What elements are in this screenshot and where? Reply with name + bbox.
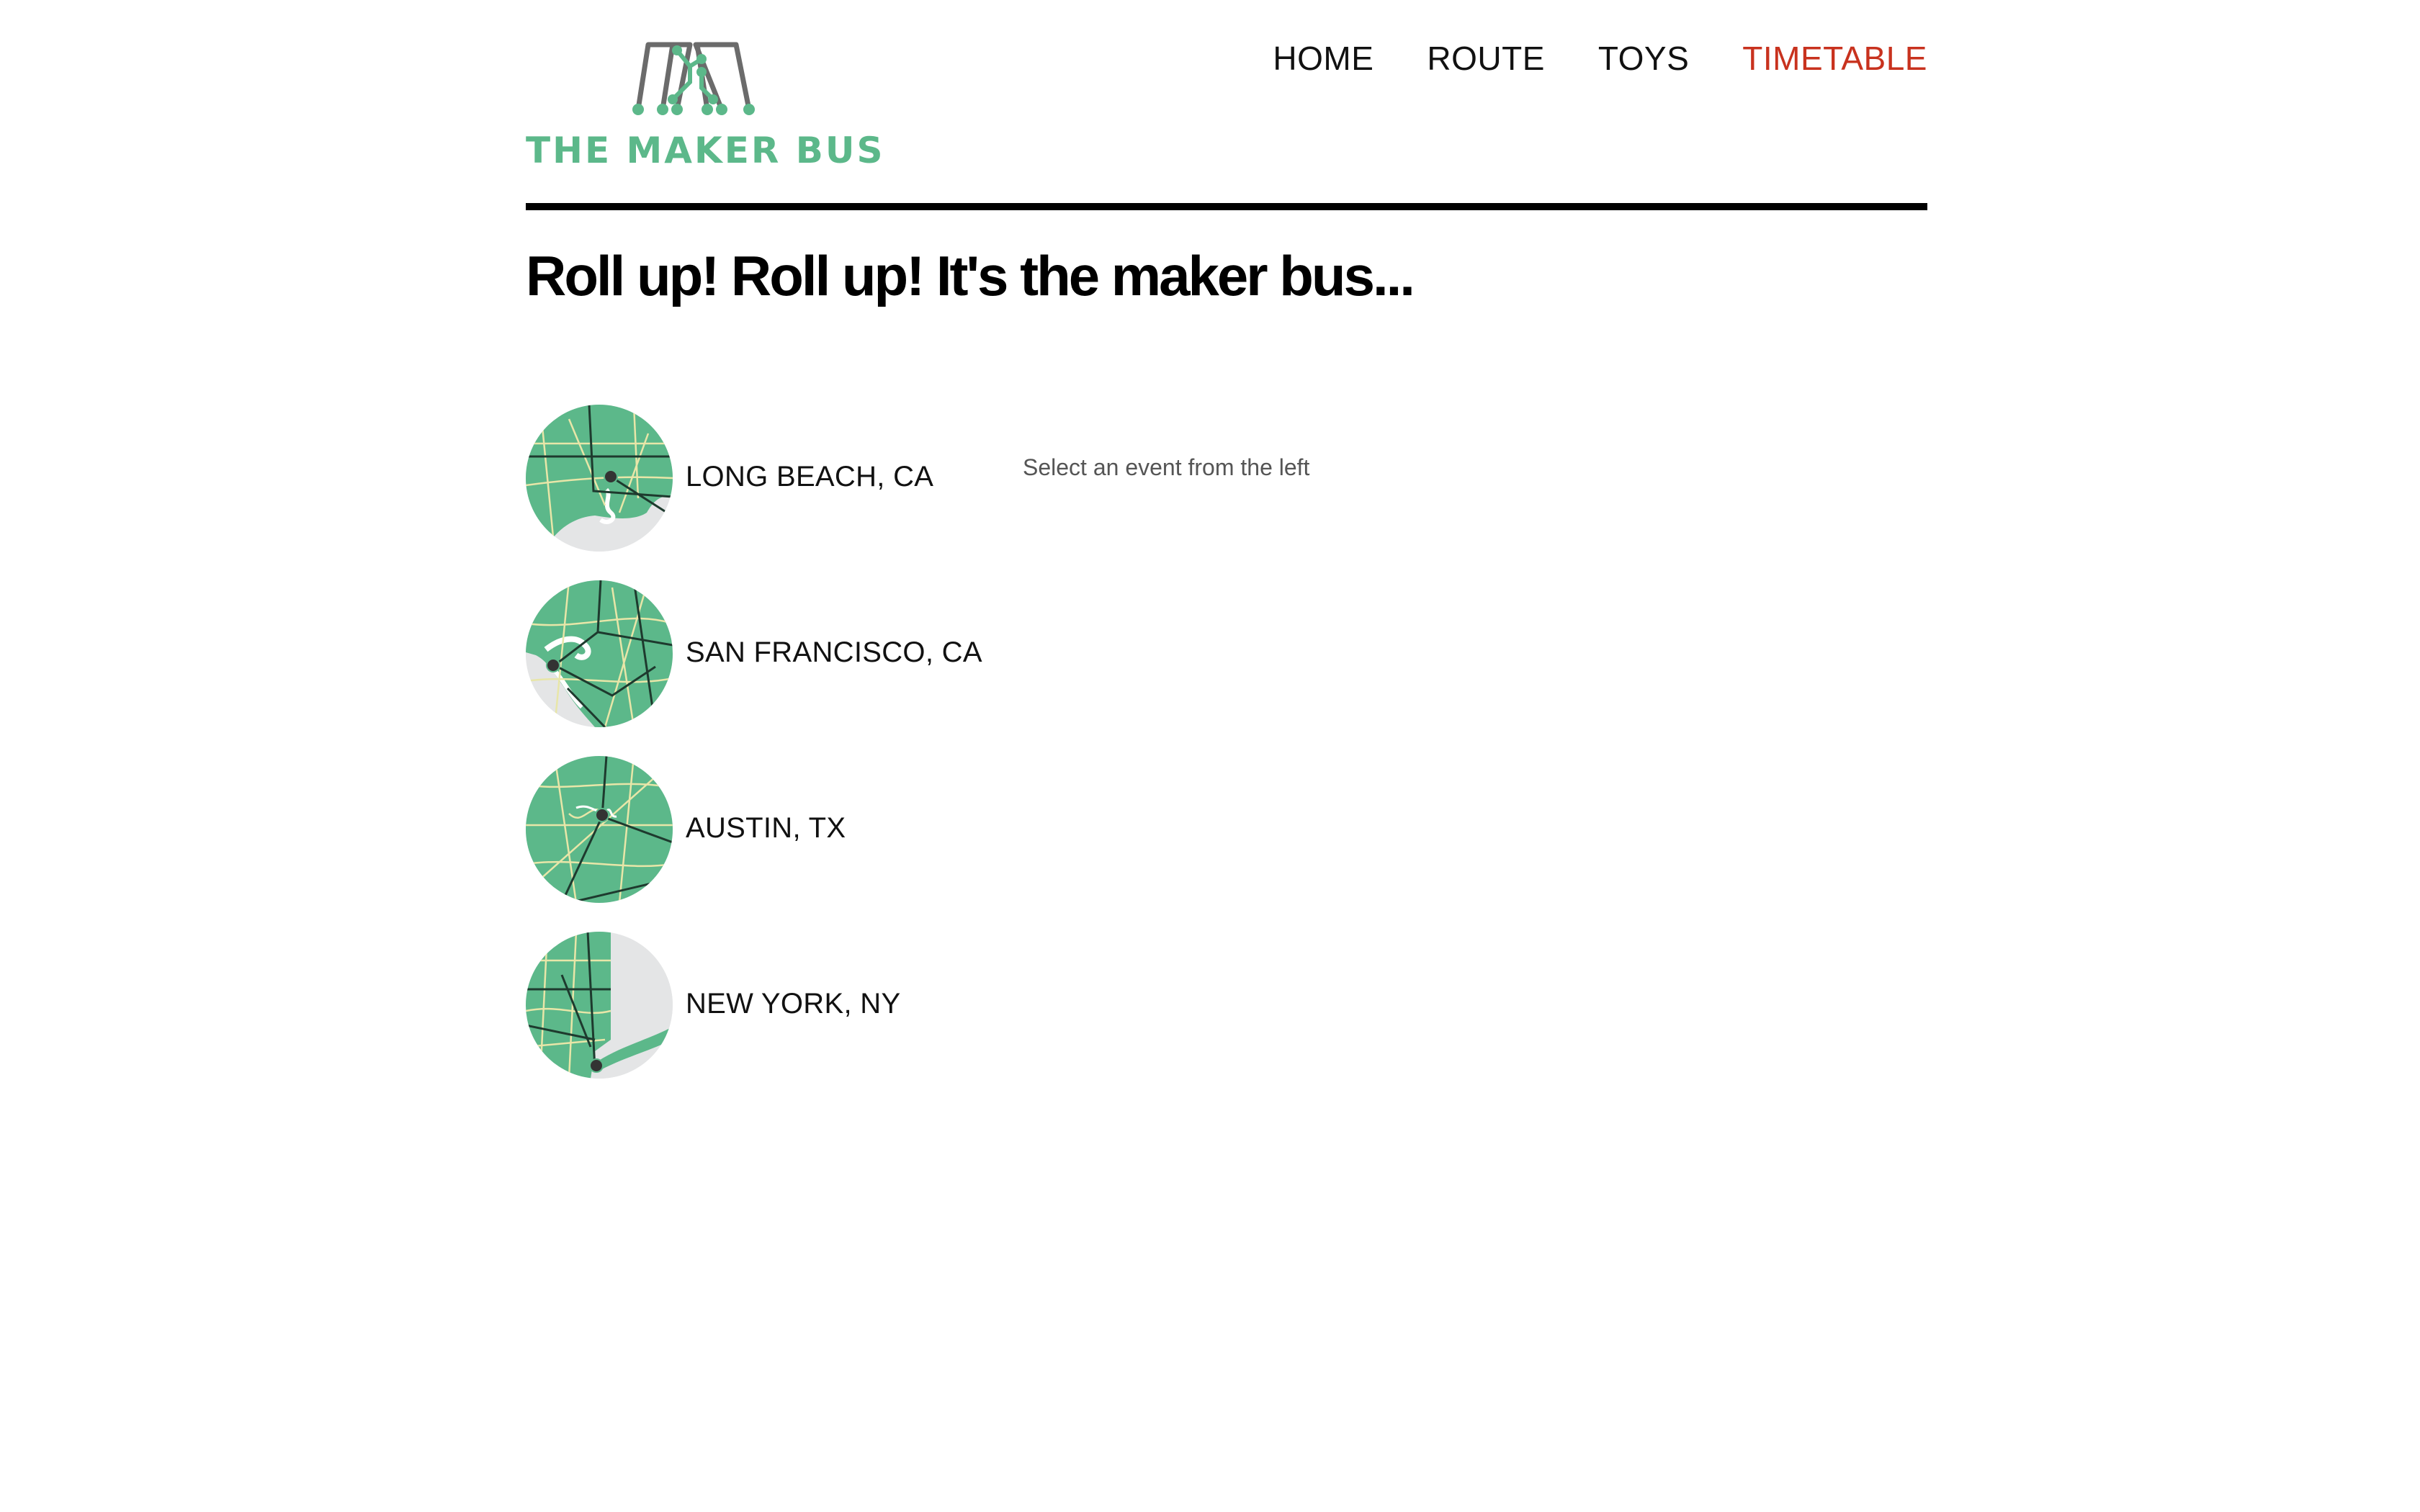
event-detail-hint: Select an event from the left (1023, 454, 1310, 480)
maker-bus-circuit-logo-icon (632, 42, 755, 115)
austin-map-icon (526, 756, 673, 903)
content-container: THE MAKER BUS HOME ROUTE TOYS TIMETABLE … (526, 0, 1927, 1079)
nav-toys[interactable]: TOYS (1598, 42, 1689, 75)
page-title: Roll up! Roll up! It's the maker bus... (526, 244, 1415, 307)
event-item-austin[interactable]: AUSTIN, TX (526, 756, 1030, 903)
event-item-long-beach[interactable]: LONG BEACH, CA (526, 405, 1030, 552)
nav-timetable[interactable]: TIMETABLE (1742, 42, 1927, 75)
event-label: SAN FRANCISCO, CA (686, 636, 982, 668)
nav-route[interactable]: ROUTE (1427, 42, 1545, 75)
nav-home[interactable]: HOME (1273, 42, 1373, 75)
main-nav: HOME ROUTE TOYS TIMETABLE (1273, 42, 1927, 75)
san-francisco-map-icon (526, 580, 673, 727)
event-label: AUSTIN, TX (686, 812, 846, 844)
page: THE MAKER BUS HOME ROUTE TOYS TIMETABLE … (0, 0, 2420, 1512)
event-list: LONG BEACH, CA SAN FRANCISCO, CA AUSTIN,… (526, 405, 1030, 1107)
long-beach-map-icon (526, 405, 673, 552)
event-label: LONG BEACH, CA (686, 461, 934, 492)
logo-text: THE MAKER BUS (526, 130, 885, 171)
new-york-map-icon (526, 932, 673, 1079)
site-logo[interactable]: THE MAKER BUS (526, 37, 883, 174)
event-item-san-francisco[interactable]: SAN FRANCISCO, CA (526, 580, 1030, 727)
site-header: THE MAKER BUS HOME ROUTE TOYS TIMETABLE (526, 0, 1927, 210)
event-item-new-york[interactable]: NEW YORK, NY (526, 932, 1030, 1079)
event-label: NEW YORK, NY (686, 988, 901, 1020)
header-divider (526, 203, 1927, 210)
